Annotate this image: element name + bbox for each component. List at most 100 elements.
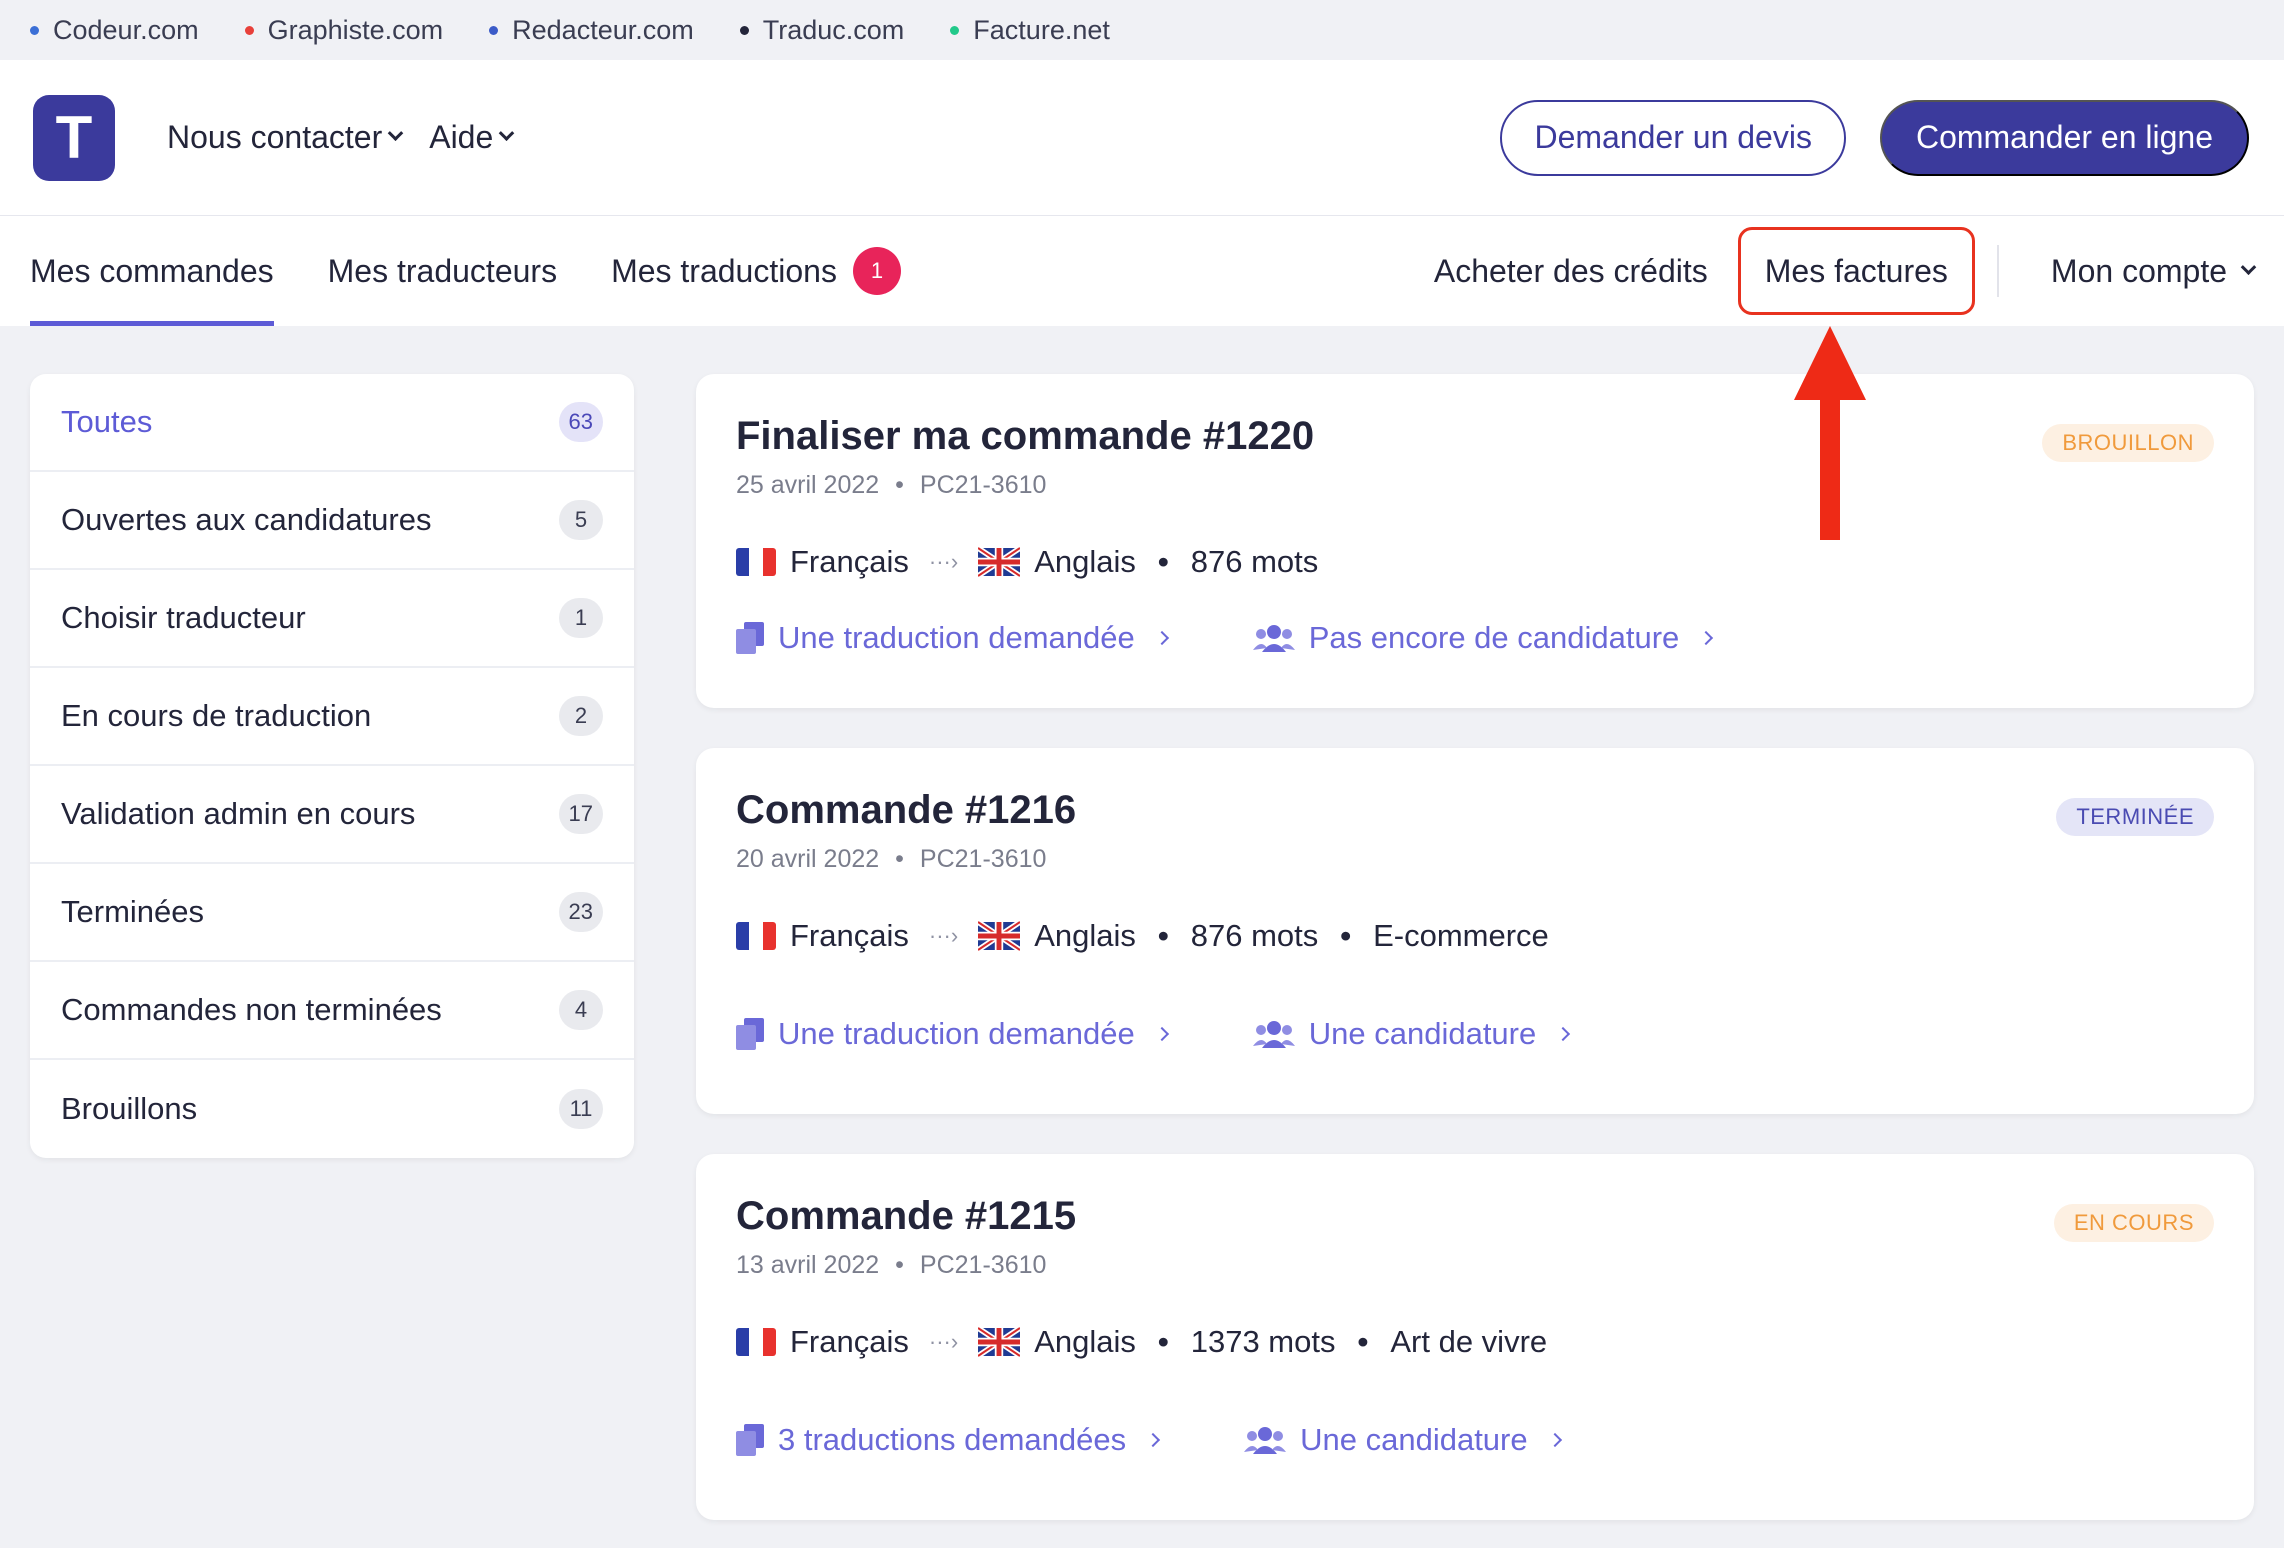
site-link-codeur[interactable]: Codeur.com (30, 15, 199, 46)
order-filter-sidebar: Toutes 63 Ouvertes aux candidatures 5 Choi… (30, 374, 634, 1158)
meta-separator: • (895, 845, 904, 873)
filter-label: Validation admin en cours (61, 796, 416, 831)
language-pair: Français ···› Anglais • 1373 mots • Art … (736, 1324, 2214, 1360)
buy-credits-link[interactable]: Acheter des crédits (1434, 253, 1708, 290)
chevron-right-icon (1556, 1026, 1571, 1042)
order-title[interactable]: Commande #1216 (736, 788, 2214, 833)
bullet-separator: • (1340, 918, 1352, 953)
link-label: Une candidature (1308, 1016, 1537, 1051)
header-actions: Demander un devis Commander en ligne (1500, 99, 2249, 176)
order-domain: Art de vivre (1390, 1324, 1548, 1359)
filter-open[interactable]: Ouvertes aux candidatures 5 (30, 472, 634, 570)
word-count: 1373 mots (1190, 1324, 1336, 1359)
word-count: 876 mots (1190, 544, 1319, 579)
filter-unfinished[interactable]: Commandes non terminées 4 (30, 962, 634, 1060)
order-title[interactable]: Finaliser ma commande #1220 (736, 414, 2214, 459)
bullet-dot (244, 25, 254, 35)
filter-label: Toutes (61, 404, 153, 439)
count-badge: 5 (559, 500, 603, 540)
arrow-right-icon: ···› (928, 549, 959, 574)
site-label: Facture.net (973, 14, 1110, 45)
arrow-right-icon: ···› (928, 1329, 959, 1354)
order-meta: 20 avril 2022 • PC21-3610 (736, 845, 2214, 874)
source-language: Français (790, 1324, 909, 1359)
filter-label: En cours de traduction (61, 698, 372, 733)
bullet-separator: • (1157, 544, 1169, 579)
source-language: Français (790, 918, 909, 953)
filter-completed[interactable]: Terminées 23 (30, 864, 634, 962)
source-language: Français (790, 544, 909, 579)
site-link-redacteur[interactable]: Redacteur.com (489, 15, 694, 46)
filter-label: Commandes non terminées (61, 992, 442, 1027)
tab-my-translations[interactable]: Mes traductions 1 (611, 216, 901, 326)
order-links: 3 traductions demandées Une candidature (736, 1422, 2214, 1458)
tab-my-orders[interactable]: Mes commandes (30, 216, 274, 326)
order-ref: PC21-3610 (919, 1251, 1047, 1279)
word-count: 876 mots (1190, 918, 1319, 953)
users-icon (1252, 625, 1295, 652)
filter-admin-validation[interactable]: Validation admin en cours 17 (30, 766, 634, 864)
link-label: Une candidature (1300, 1422, 1528, 1457)
order-list: Finaliser ma commande #1220 25 avril 202… (696, 374, 2254, 1520)
tab-label: Mes traductions (611, 252, 837, 289)
link-label: Pas encore de candidature (1308, 620, 1680, 655)
filter-label: Choisir traducteur (61, 600, 306, 635)
order-title[interactable]: Commande #1215 (736, 1194, 2214, 1239)
invoices-label: Mes factures (1764, 252, 1948, 289)
order-card[interactable]: Commande #1215 13 avril 2022 • PC21-3610 E… (696, 1154, 2254, 1520)
bullet-dot (739, 25, 749, 35)
help-dropdown[interactable]: Aide (429, 119, 515, 156)
order-domain: E-commerce (1373, 918, 1549, 953)
meta-separator: • (895, 1251, 904, 1279)
traduc-logo[interactable]: T (33, 94, 115, 181)
order-date: 25 avril 2022 (736, 471, 880, 499)
filter-all[interactable]: Toutes 63 (30, 374, 634, 472)
link-label: 3 traductions demandées (778, 1422, 1127, 1457)
account-nav: Mes commandes Mes traducteurs Mes traduc… (0, 216, 2284, 326)
candidates-link[interactable]: Pas encore de candidature (1252, 620, 1714, 656)
uk-flag-icon (978, 921, 1021, 951)
documents-icon (736, 1424, 764, 1456)
translations-requested-link[interactable]: 3 traductions demandées (736, 1422, 1161, 1458)
network-bar: Codeur.com Graphiste.com Redacteur.com T… (0, 0, 2284, 60)
chevron-down-icon (2240, 258, 2257, 275)
meta-separator: • (895, 471, 904, 499)
target-language: Anglais (1034, 544, 1136, 579)
filter-drafts[interactable]: Brouillons 11 (30, 1060, 634, 1158)
annotation-arrow-icon (1794, 326, 1866, 540)
translations-requested-link[interactable]: Une traduction demandée (736, 620, 1169, 656)
candidates-link[interactable]: Une candidature (1252, 1016, 1571, 1052)
site-link-traduc[interactable]: Traduc.com (739, 15, 904, 46)
count-badge: 1 (559, 598, 603, 638)
order-ref: PC21-3610 (919, 845, 1047, 873)
link-label: Une traduction demandée (778, 620, 1135, 655)
bullet-separator: • (1157, 1324, 1169, 1359)
count-badge: 2 (559, 696, 603, 736)
order-card[interactable]: Commande #1216 20 avril 2022 • PC21-3610 T… (696, 748, 2254, 1114)
chevron-down-icon (387, 125, 404, 142)
count-badge: 11 (559, 1089, 603, 1129)
count-badge: 23 (558, 892, 603, 932)
site-link-facture[interactable]: Facture.net (950, 15, 1110, 46)
filter-choose-translator[interactable]: Choisir traducteur 1 (30, 570, 634, 668)
candidates-link[interactable]: Une candidature (1244, 1422, 1562, 1458)
order-ref: PC21-3610 (919, 471, 1047, 499)
target-language: Anglais (1034, 918, 1136, 953)
order-online-button[interactable]: Commander en ligne (1879, 99, 2249, 176)
my-account-dropdown[interactable]: Mon compte (2051, 253, 2257, 290)
filter-in-translation[interactable]: En cours de traduction 2 (30, 668, 634, 766)
bullet-separator: • (1357, 1324, 1369, 1359)
arrow-right-icon: ···› (928, 923, 959, 948)
translations-requested-link[interactable]: Une traduction demandée (736, 1016, 1169, 1052)
order-links: Une traduction demandée Pas encore de ca… (736, 620, 2214, 656)
contact-dropdown[interactable]: Nous contacter (167, 119, 404, 156)
order-meta: 25 avril 2022 • PC21-3610 (736, 471, 2214, 500)
site-link-graphiste[interactable]: Graphiste.com (244, 15, 443, 46)
my-invoices-link[interactable]: Mes factures (1737, 227, 1975, 315)
tab-label: Mes traducteurs (327, 252, 558, 289)
request-quote-button[interactable]: Demander un devis (1500, 99, 1846, 176)
site-label: Redacteur.com (512, 14, 694, 45)
tab-my-translators[interactable]: Mes traducteurs (328, 216, 557, 326)
status-badge: BROUILLON (2042, 424, 2214, 462)
order-card[interactable]: Finaliser ma commande #1220 25 avril 202… (696, 374, 2254, 708)
